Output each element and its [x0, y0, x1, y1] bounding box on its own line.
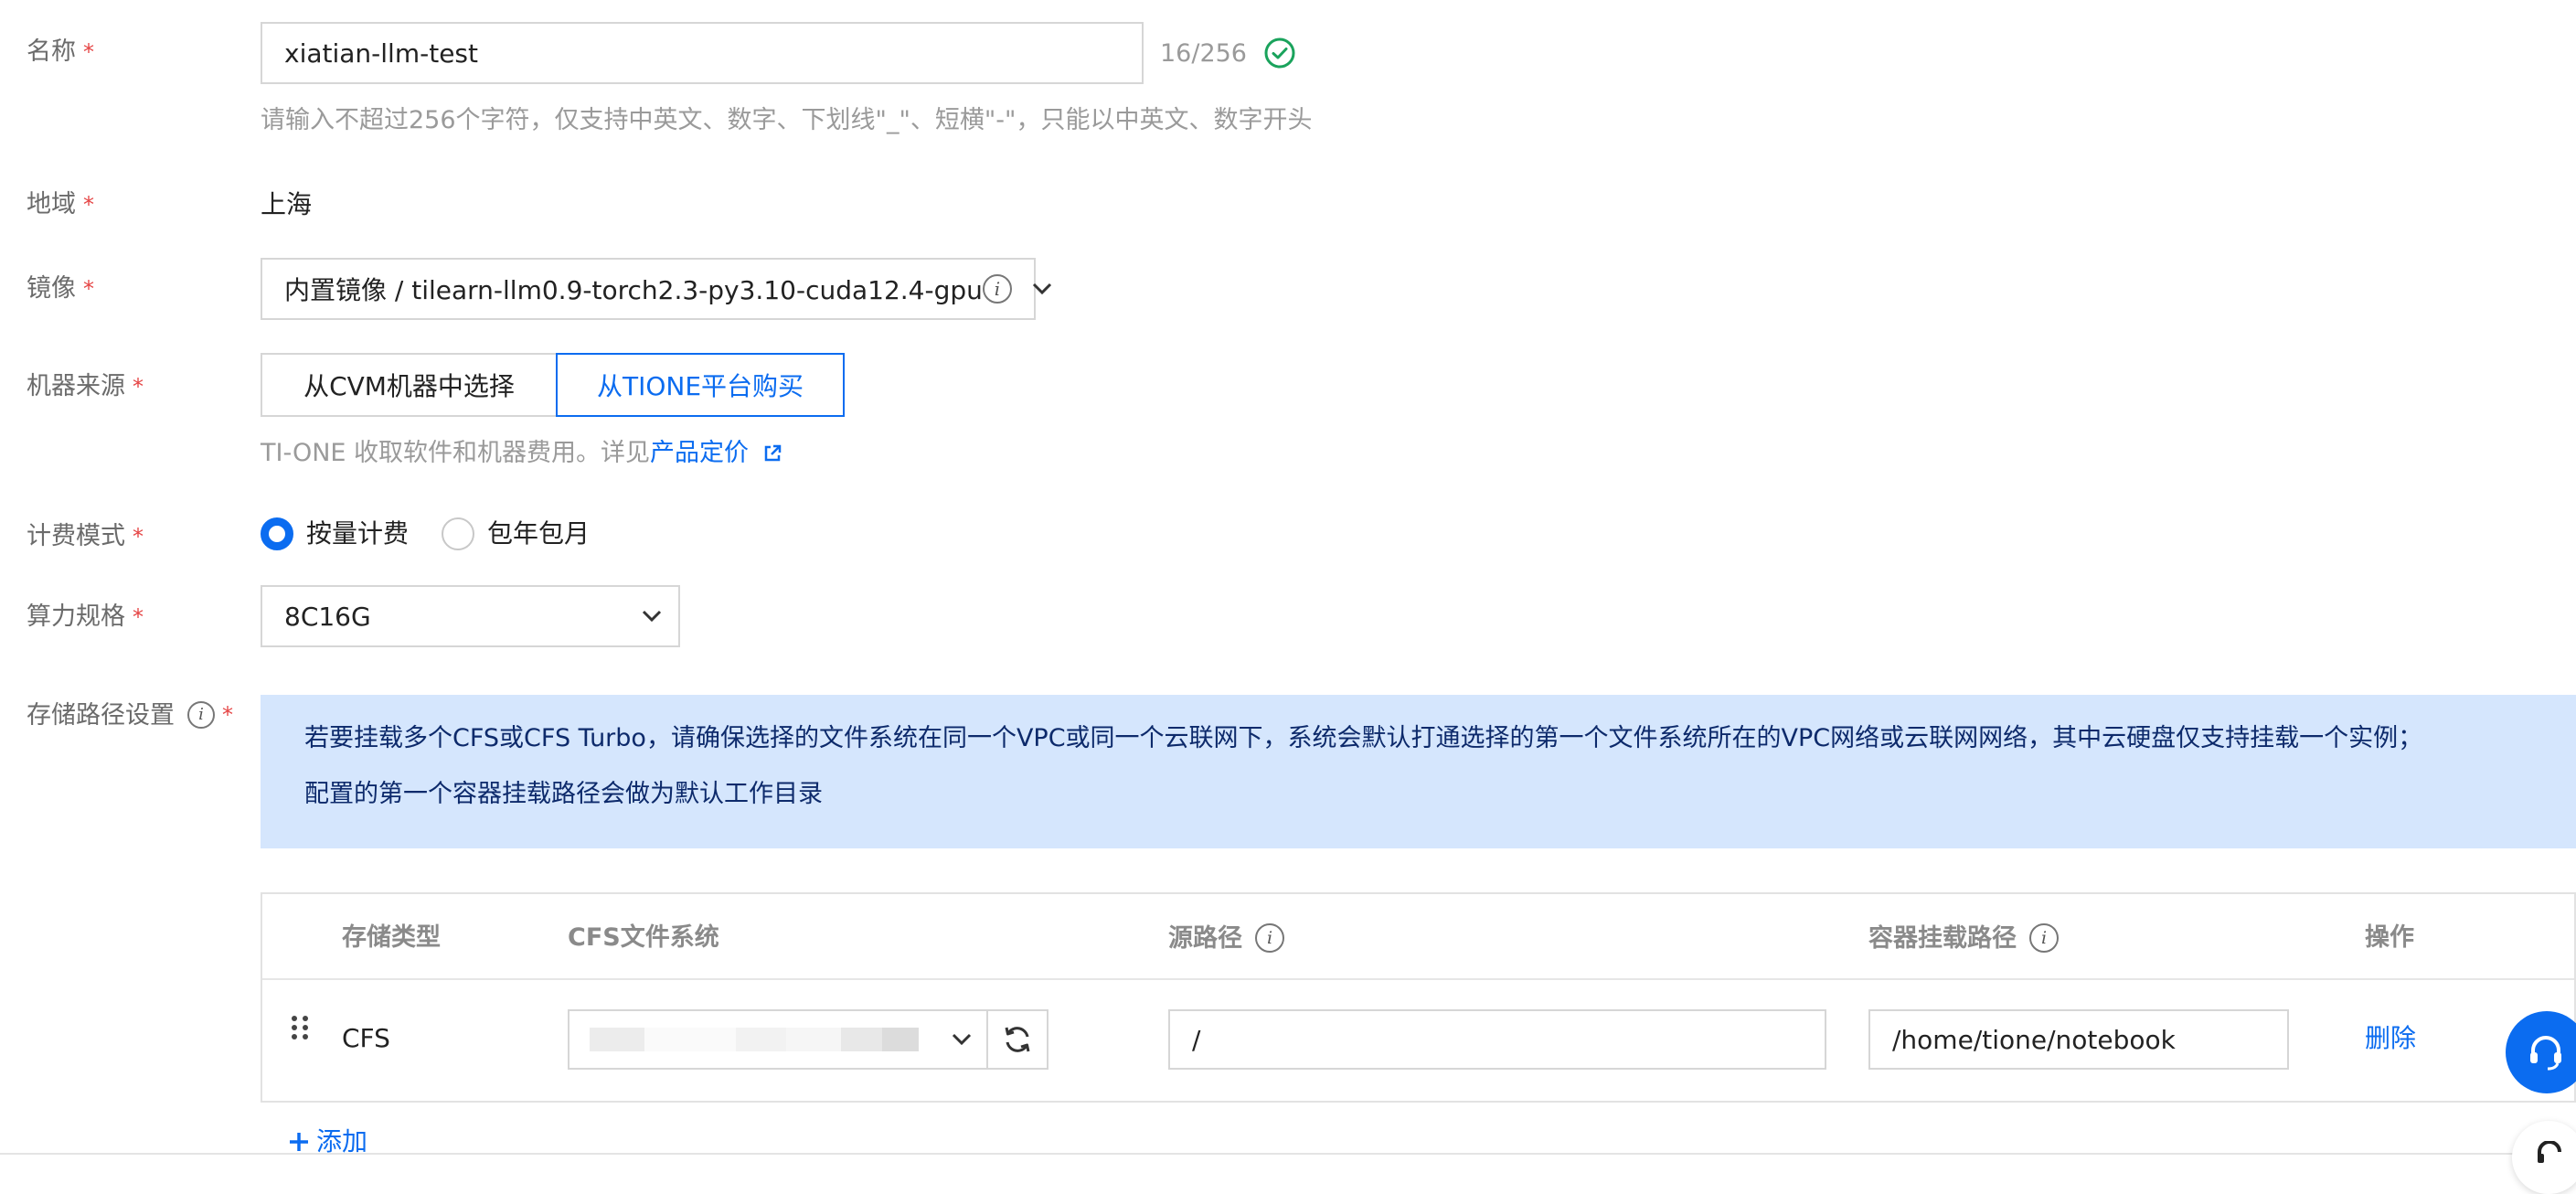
machine-source-hint: TI-ONE 收取软件和机器费用。详见 产品定价: [261, 441, 783, 465]
check-circle-icon: [1263, 37, 1296, 69]
storage-notice-line1: 若要挂载多个CFS或CFS Turbo，请确保选择的文件系统在同一个VPC或同一…: [304, 724, 2423, 752]
table-header-divider: [262, 978, 2574, 980]
info-icon[interactable]: i: [982, 274, 1012, 304]
plus-icon: [290, 1133, 308, 1151]
cfs-select[interactable]: [568, 1009, 988, 1070]
chevron-down-icon: [952, 1033, 972, 1046]
storage-notice: 若要挂载多个CFS或CFS Turbo，请确保选择的文件系统在同一个VPC或同一…: [261, 695, 2576, 848]
name-label: 名称 *: [27, 37, 94, 66]
mount-path-value: /home/tione/notebook: [1892, 1024, 2176, 1055]
machine-source-cvm-button[interactable]: 从CVM机器中选择: [261, 353, 558, 417]
image-select[interactable]: 内置镜像 / tilearn-llm0.9-torch2.3-py3.10-cu…: [261, 258, 1051, 320]
region-label: 地域 *: [27, 190, 94, 219]
mount-path-input[interactable]: /home/tione/notebook: [1868, 1009, 2289, 1070]
col-header-source-path: 源路径 i: [1168, 923, 1284, 953]
image-select-value: 内置镜像 / tilearn-llm0.9-torch2.3-py3.10-cu…: [284, 275, 983, 305]
cfs-select-value-masked: [590, 1028, 919, 1051]
footer-divider: [0, 1153, 2576, 1155]
region-value: 上海: [261, 189, 313, 219]
col-header-cfs: CFS文件系统: [568, 923, 719, 952]
col-header-action: 操作: [2365, 923, 2414, 952]
source-path-value: /: [1192, 1024, 1201, 1055]
secondary-float-button[interactable]: [2512, 1121, 2576, 1194]
chat-icon: [2538, 1141, 2561, 1163]
chevron-down-icon: [642, 610, 662, 623]
name-hint: 请输入不超过256个字符，仅支持中英文、数字、下划线"_"、短横"-"，只能以中…: [261, 106, 1313, 134]
storage-notice-line2: 配置的第一个容器挂载路径会做为默认工作目录: [304, 780, 823, 808]
external-link-icon[interactable]: [761, 442, 783, 464]
info-icon[interactable]: i: [1255, 923, 1284, 953]
delete-row-link[interactable]: 删除: [2365, 1026, 2416, 1051]
machine-source-tione-button[interactable]: 从TIONE平台购买: [556, 353, 845, 417]
source-path-input[interactable]: /: [1168, 1009, 1826, 1070]
billing-option-payg[interactable]: 按量计费: [261, 517, 409, 550]
billing-option-monthly[interactable]: 包年包月: [442, 517, 590, 550]
spec-select[interactable]: 8C16G: [261, 585, 680, 647]
info-icon[interactable]: i: [187, 701, 215, 729]
refresh-button[interactable]: [986, 1009, 1048, 1070]
name-input-value: xiatian-llm-test: [284, 37, 478, 69]
add-storage-button[interactable]: 添加: [287, 1129, 367, 1155]
billing-label: 计费模式 *: [27, 522, 144, 550]
refresh-icon: [1005, 1027, 1030, 1052]
spec-select-value: 8C16G: [284, 601, 371, 632]
pricing-link[interactable]: 产品定价: [650, 441, 749, 465]
radio-unchecked-icon[interactable]: [442, 517, 474, 550]
image-label: 镜像 *: [27, 274, 94, 303]
name-input[interactable]: xiatian-llm-test: [261, 22, 1144, 84]
info-icon[interactable]: i: [2029, 923, 2059, 953]
storage-label: 存储路径设置 i *: [27, 700, 233, 730]
image-select-icons: i: [982, 274, 1052, 304]
col-header-storage-type: 存储类型: [342, 923, 441, 952]
spec-label: 算力规格 *: [27, 602, 144, 631]
name-char-count: 16/256: [1160, 39, 1247, 68]
headset-icon: [2530, 1036, 2561, 1071]
radio-checked-icon[interactable]: [261, 517, 293, 550]
drag-handle-icon[interactable]: [289, 1015, 311, 1050]
row-storage-type: CFS: [342, 1023, 390, 1053]
machine-source-label: 机器来源 *: [27, 372, 144, 400]
chevron-down-icon: [1032, 283, 1051, 295]
col-header-mount-path: 容器挂载路径 i: [1868, 923, 2059, 953]
